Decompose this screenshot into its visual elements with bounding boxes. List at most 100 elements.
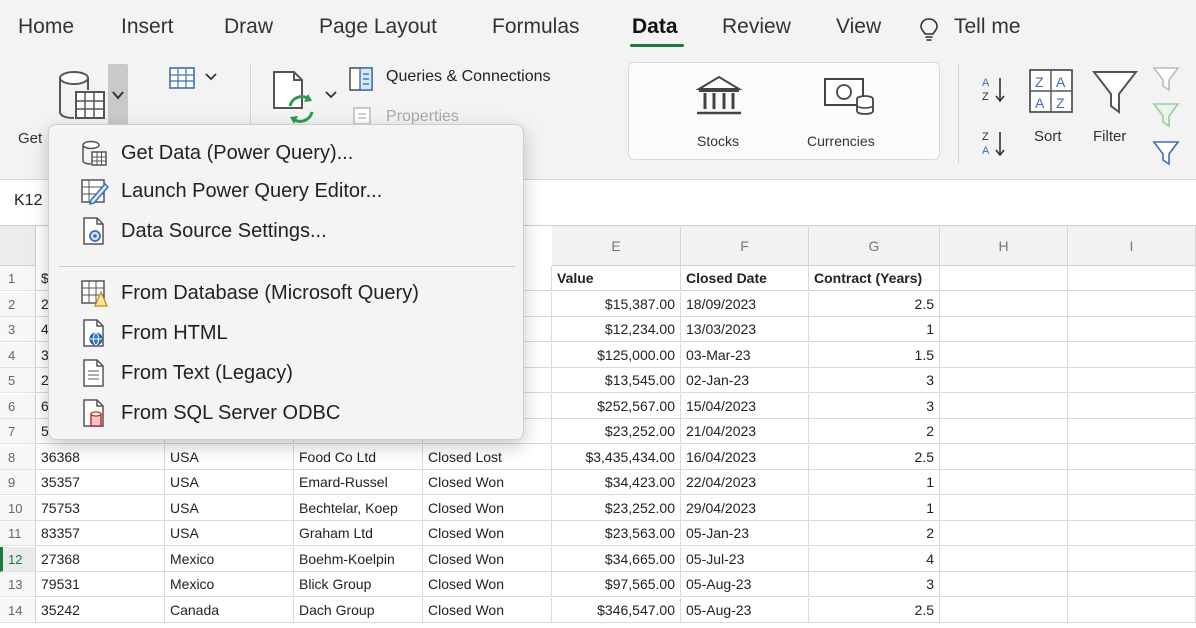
cell-g-7[interactable]: 2 — [809, 419, 940, 444]
from-table-icon[interactable] — [168, 66, 198, 92]
cell-i-4[interactable] — [1068, 342, 1196, 368]
menu-item-get-data-power-query[interactable]: Get Data (Power Query)... — [79, 137, 509, 169]
cell-e-9[interactable]: $34,423.00 — [552, 470, 681, 495]
cell-c-10[interactable]: Bechtelar, Koep — [294, 495, 423, 521]
cell-c-12[interactable]: Boehm-Koelpin — [294, 546, 423, 572]
cell-b-9[interactable]: USA — [165, 470, 294, 495]
column-header-i[interactable]: I — [1068, 226, 1196, 266]
tab-home[interactable]: Home — [18, 15, 74, 39]
cell-f-8[interactable]: 16/04/2023 — [681, 444, 809, 470]
row-header[interactable]: 14 — [0, 597, 36, 623]
name-box[interactable]: K12 — [14, 192, 42, 210]
cell-a-8[interactable]: 36368 — [36, 444, 165, 470]
lightbulb-icon[interactable] — [918, 17, 940, 43]
cell-h-3[interactable] — [940, 317, 1068, 342]
filter-label[interactable]: Filter — [1093, 128, 1126, 145]
cell-f-14[interactable]: 05-Aug-23 — [681, 597, 809, 623]
sort-icon[interactable]: Z A A Z — [1026, 66, 1076, 116]
cell-e-13[interactable]: $97,565.00 — [552, 572, 681, 597]
cell-e-6[interactable]: $252,567.00 — [552, 393, 681, 419]
queries-connections-label[interactable]: Queries & Connections — [386, 68, 551, 86]
cell-g-6[interactable]: 3 — [809, 393, 940, 419]
cell-h-8[interactable] — [940, 444, 1068, 470]
cell-e-3[interactable]: $12,234.00 — [552, 317, 681, 342]
tab-tell-me[interactable]: Tell me — [954, 15, 1021, 39]
row-header[interactable]: 12 — [0, 546, 36, 572]
tab-page-layout[interactable]: Page Layout — [319, 15, 437, 39]
cell-h-14[interactable] — [940, 597, 1068, 623]
currencies-label[interactable]: Currencies — [807, 133, 875, 149]
tab-view[interactable]: View — [836, 15, 881, 39]
database-sheet-icon[interactable] — [52, 64, 108, 128]
cell-i-5[interactable] — [1068, 368, 1196, 393]
cell-h-1[interactable] — [940, 266, 1068, 291]
cell-f-13[interactable]: 05-Aug-23 — [681, 572, 809, 597]
cell-e-4[interactable]: $125,000.00 — [552, 342, 681, 368]
cell-g-8[interactable]: 2.5 — [809, 444, 940, 470]
row-header[interactable]: 2 — [0, 291, 36, 317]
menu-item-from-sql-server-odbc[interactable]: From SQL Server ODBC — [79, 397, 509, 429]
cell-c-9[interactable]: Emard-Russel — [294, 470, 423, 495]
chevron-down-icon[interactable] — [204, 72, 218, 82]
tab-insert[interactable]: Insert — [121, 15, 174, 39]
cell-a-13[interactable]: 79531 — [36, 572, 165, 597]
cell-e-10[interactable]: $23,252.00 — [552, 495, 681, 521]
cell-g-10[interactable]: 1 — [809, 495, 940, 521]
cell-i-8[interactable] — [1068, 444, 1196, 470]
menu-item-from-html[interactable]: From HTML — [79, 317, 509, 349]
cell-h-10[interactable] — [940, 495, 1068, 521]
cell-g-12[interactable]: 4 — [809, 546, 940, 572]
cell-h-13[interactable] — [940, 572, 1068, 597]
sort-label[interactable]: Sort — [1034, 128, 1062, 145]
row-header[interactable]: 13 — [0, 572, 36, 597]
cell-i-6[interactable] — [1068, 393, 1196, 419]
column-header-f[interactable]: F — [681, 226, 809, 266]
cell-b-12[interactable]: Mexico — [165, 546, 294, 572]
cell-g-13[interactable]: 3 — [809, 572, 940, 597]
cell-d-13[interactable]: Closed Won — [423, 572, 552, 597]
cell-f-2[interactable]: 18/09/2023 — [681, 291, 809, 317]
cell-f-6[interactable]: 15/04/2023 — [681, 393, 809, 419]
cell-f-11[interactable]: 05-Jan-23 — [681, 521, 809, 546]
tab-draw[interactable]: Draw — [224, 15, 273, 39]
sort-descending-icon[interactable]: Z A — [980, 128, 1010, 162]
cell-i-12[interactable] — [1068, 546, 1196, 572]
cell-i-14[interactable] — [1068, 597, 1196, 623]
cell-g-5[interactable]: 3 — [809, 368, 940, 393]
cell-b-11[interactable]: USA — [165, 521, 294, 546]
cell-i-7[interactable] — [1068, 419, 1196, 444]
chevron-down-icon[interactable] — [324, 90, 338, 100]
tab-data[interactable]: Data — [632, 15, 678, 39]
menu-item-launch-power-query-editor[interactable]: Launch Power Query Editor... — [79, 175, 509, 207]
select-all-corner[interactable] — [0, 226, 36, 266]
cell-e-2[interactable]: $15,387.00 — [552, 291, 681, 317]
cell-f-7[interactable]: 21/04/2023 — [681, 419, 809, 444]
cell-a-14[interactable]: 35242 — [36, 597, 165, 623]
cell-b-8[interactable]: USA — [165, 444, 294, 470]
cell-h-5[interactable] — [940, 368, 1068, 393]
menu-item-from-text-legacy[interactable]: From Text (Legacy) — [79, 357, 509, 389]
cell-a-9[interactable]: 35357 — [36, 470, 165, 495]
cell-g-11[interactable]: 2 — [809, 521, 940, 546]
cell-i-3[interactable] — [1068, 317, 1196, 342]
row-header[interactable]: 1 — [0, 266, 36, 291]
cell-f-9[interactable]: 22/04/2023 — [681, 470, 809, 495]
menu-item-from-database-microsoft-query[interactable]: From Database (Microsoft Query) — [79, 277, 509, 309]
row-header[interactable]: 10 — [0, 495, 36, 521]
column-header-g[interactable]: G — [809, 226, 940, 266]
cell-d-11[interactable]: Closed Won — [423, 521, 552, 546]
currencies-icon[interactable] — [821, 75, 877, 119]
queries-connections-icon[interactable] — [348, 66, 376, 92]
get-data-label[interactable]: Get — [18, 130, 42, 147]
stocks-label[interactable]: Stocks — [697, 133, 739, 149]
stocks-icon[interactable] — [695, 73, 743, 119]
row-header[interactable]: 9 — [0, 470, 36, 495]
cell-h-4[interactable] — [940, 342, 1068, 368]
row-header[interactable]: 11 — [0, 521, 36, 546]
cell-e-14[interactable]: $346,547.00 — [552, 597, 681, 623]
cell-b-14[interactable]: Canada — [165, 597, 294, 623]
advanced-filter-icons[interactable] — [1150, 64, 1190, 174]
cell-i-13[interactable] — [1068, 572, 1196, 597]
cell-d-8[interactable]: Closed Lost — [423, 444, 552, 470]
cell-d-10[interactable]: Closed Won — [423, 495, 552, 521]
